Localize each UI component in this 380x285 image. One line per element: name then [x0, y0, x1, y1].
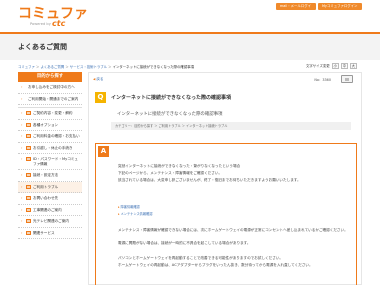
sidebar-item-label: ご利用開始・開通までのご案内 — [28, 96, 79, 101]
breadcrumb-item-category[interactable]: サービス・技術トラブル — [70, 65, 107, 69]
logo-powered-by: Powered by — [30, 22, 51, 26]
sidebar-item-label: ご利用料金の確認・お支払い — [33, 134, 80, 138]
yen-icon — [26, 134, 31, 138]
question-body: インターネットに接続ができなくなった際の確認事項 カテゴリー：目的から探す ＞ … — [99, 109, 355, 135]
sidebar-item-label: ID・パスワード・Myコミュファ情報 — [33, 157, 78, 166]
answer-line: 突然インターネットに接続ができなくなった・繋がりなくなったという場合 — [118, 164, 241, 168]
sidebar-item-label: 接続・設定方法 — [33, 173, 59, 177]
question-text: インターネットに接続ができなくなった際の確認事項 — [117, 112, 223, 117]
answer-line: パソコンとホームゲートウェイを再起動することで改善できる可能性がありますのでお試… — [118, 256, 284, 260]
sidebar-item-label: 工事関連のご案内 — [33, 207, 62, 212]
phone-icon — [26, 196, 31, 200]
chevron-right-icon: › — [21, 219, 23, 223]
sidebar-item-trouble[interactable]: › ご利用トラブル — [18, 181, 82, 193]
sidebar-item-billing[interactable]: › ご利用料金の確認・お支払い — [18, 131, 82, 143]
answer-line: 電源に問題がない場合は、接続が一時的に不具合を起こしている場合があります。 — [118, 241, 251, 245]
ctc-logo: ctc — [52, 19, 66, 28]
breadcrumb-item-faq[interactable]: よくあるご質問 — [41, 65, 65, 69]
sidebar-item-label: お申し込みをご検討中の方へ — [28, 85, 75, 89]
chevron-right-icon: › — [21, 122, 23, 127]
breadcrumb-item-current: インターネットに接続ができなくなった際の確認事項 — [112, 65, 194, 69]
answer-line: メンテナンス・障害情報が確認できない場合には、次にホームゲートウェイの電源が正常… — [118, 228, 348, 232]
question-title: インターネットに接続ができなくなった際の確認事項 — [111, 95, 232, 101]
site-header: コミュファ Powered by ctc mail・メールログイン Myコミュフ… — [0, 0, 380, 32]
chevron-right-icon: › — [21, 196, 23, 200]
chevron-right-icon: › — [21, 145, 23, 150]
question-badge: Q — [95, 92, 106, 103]
category-path: カテゴリー：目的から探す ＞ ご利用トラブル ＞ インターネット接続トラブル — [111, 122, 351, 130]
font-size-switcher: 文字サイズ変更 小 中 大 — [306, 63, 357, 69]
settings-icon — [26, 173, 31, 177]
sidebar-item-label: お引越し・休止の手続き — [33, 145, 73, 150]
faq-panel: 戻る No：3360 Q インターネットに接続ができなくなった際の確認事項 イン… — [88, 72, 362, 285]
font-size-medium-button[interactable]: 中 — [340, 63, 348, 69]
sidebar-item-construction[interactable]: › 工事関連のご案内 — [18, 205, 82, 216]
breadcrumb: コミュファ ＞ よくあるご質問 ＞ サービス・技術トラブル ＞ インターネットに… — [18, 64, 194, 69]
chevron-right-icon: › — [21, 230, 23, 235]
mypage-login-button[interactable]: Myコミュファログイン — [318, 3, 362, 10]
sidebar-item-contact[interactable]: › お問い合わせ先 — [18, 193, 82, 205]
outage-info-link[interactable]: 障害情報確認 — [118, 204, 152, 209]
answer-box: A 突然インターネットに接続ができなくなった・繋がりなくなったという場合 下記の… — [95, 143, 357, 285]
chevron-right-icon: › — [21, 85, 23, 89]
sidebar-item-label: ご利用トラブル — [33, 184, 59, 189]
answer-links: 障害情報確認 メンテナンス情報確認 — [118, 204, 153, 218]
warning-icon — [26, 184, 31, 189]
maintenance-info-link[interactable]: メンテナンス情報確認 — [118, 211, 153, 216]
answer-badge: A — [98, 146, 109, 157]
sidebar-item-setup[interactable]: › 接続・設定方法 — [18, 170, 82, 182]
chevron-right-icon: › — [21, 207, 23, 212]
chevron-right-icon: › — [21, 111, 23, 115]
question-number: No：3360 — [314, 78, 331, 82]
back-link[interactable]: 戻る — [93, 77, 103, 82]
page-title: よくあるご質問 — [18, 43, 67, 51]
chevron-right-icon: › — [21, 157, 23, 161]
sidebar-item-options[interactable]: › 各種オプション — [18, 120, 82, 131]
sidebar-item-id-password[interactable]: › ID・パスワード・Myコミュファ情報 — [18, 154, 82, 170]
sidebar-header: 目的から探す — [18, 72, 82, 82]
sidebar-item-label: 各種オプション — [33, 122, 59, 127]
font-size-label: 文字サイズ変更 — [306, 64, 330, 68]
sidebar-item-apply[interactable]: › お申し込みをご検討中の方へ — [18, 82, 82, 94]
chevron-right-icon: › — [21, 173, 23, 177]
document-icon — [26, 111, 31, 115]
sidebar-item-start[interactable]: › ご利用開始・開通までのご案内 — [18, 94, 82, 105]
mail-login-button[interactable]: mail・メールログイン — [276, 3, 316, 15]
sidebar: 目的から探す › お申し込みをご検討中の方へ › ご利用開始・開通までのご案内 › ご… — [18, 72, 82, 239]
sidebar-item-label: 光テレビ関連のご案内 — [33, 219, 69, 223]
answer-line: 該当されている場合は、大変申し訳ございませんが、終了・復旧までお待ちいただきます… — [118, 178, 301, 182]
chevron-right-icon: › — [21, 184, 23, 189]
link-icon — [26, 230, 31, 235]
key-icon — [26, 157, 31, 161]
sidebar-item-contract[interactable]: › ご契約内容・変更・解約 — [18, 108, 82, 120]
sidebar-item-tv[interactable]: › 光テレビ関連のご案内 — [18, 216, 82, 228]
font-size-small-button[interactable]: 小 — [331, 63, 339, 69]
sidebar-item-label: ご契約内容・変更・解約 — [33, 111, 73, 115]
chevron-right-icon: › — [21, 96, 23, 101]
breadcrumb-item-home[interactable]: コミュファ — [18, 65, 35, 69]
answer-line: 下記のページから、メンテナンス・障害情報をご確認ください。 — [118, 171, 223, 175]
house-icon — [26, 145, 31, 150]
tv-icon — [26, 219, 31, 223]
font-size-large-button[interactable]: 大 — [349, 63, 357, 69]
answer-line: ホームゲートウェイの再起動は、ACアダプターからプラグをいったん抜き、数分待って… — [118, 263, 313, 267]
tools-icon — [26, 207, 31, 212]
chevron-right-icon: › — [21, 134, 23, 138]
sidebar-item-label: 関連サービス — [33, 230, 55, 235]
print-icon[interactable] — [341, 75, 353, 83]
option-icon — [26, 122, 31, 127]
sidebar-item-related[interactable]: › 関連サービス — [18, 228, 82, 239]
sidebar-item-moving[interactable]: › お引越し・休止の手続き — [18, 143, 82, 154]
sidebar-item-label: お問い合わせ先 — [33, 196, 59, 200]
